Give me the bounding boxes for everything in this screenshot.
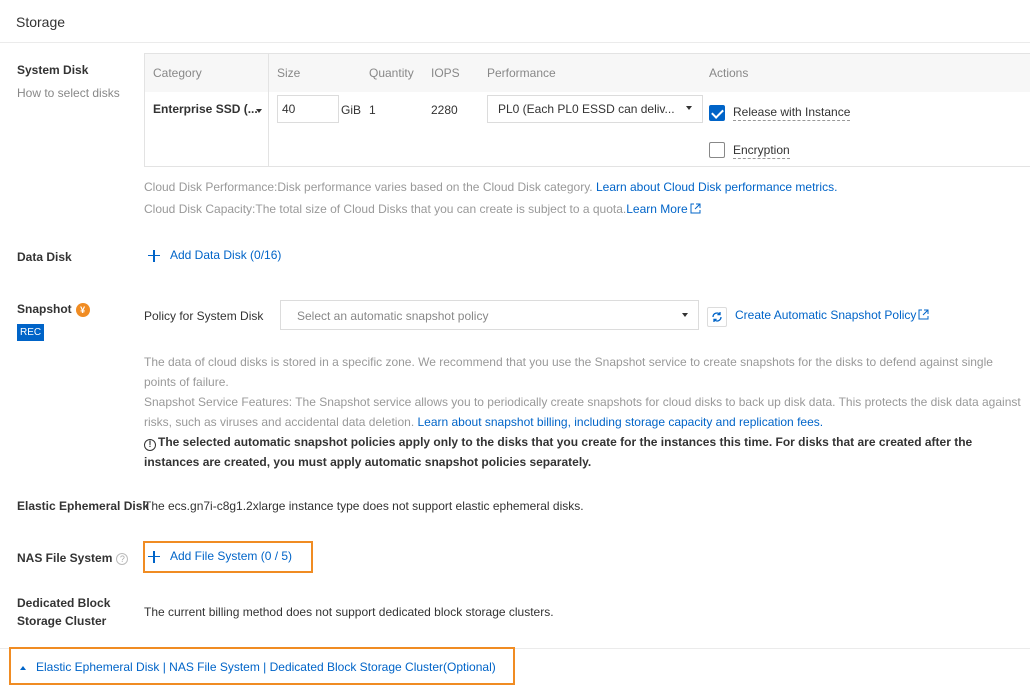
dedicated-label-line1: Dedicated Block — [17, 596, 111, 610]
encryption-label: Encryption — [733, 143, 790, 159]
help-icon[interactable]: ? — [116, 552, 129, 565]
table-header: Category Size Quantity IOPS Performance … — [145, 54, 1030, 92]
create-snapshot-policy-link[interactable]: Create Automatic Snapshot Policy — [735, 308, 929, 322]
add-data-disk-label: Add Data Disk (0/16) — [170, 248, 282, 262]
chevron-down-icon — [686, 106, 692, 110]
optional-storage-label: Elastic Ephemeral Disk | NAS File System… — [36, 660, 496, 674]
size-input[interactable]: 40 — [277, 95, 339, 123]
snapshot-warning-text: The selected automatic snapshot policies… — [144, 435, 973, 469]
snapshot-billing-link[interactable]: Learn about snapshot billing, including … — [417, 415, 823, 429]
release-with-instance-label: Release with Instance — [733, 105, 851, 121]
divider — [0, 42, 1030, 43]
nas-label: NAS File System — [17, 551, 113, 565]
how-to-select-disks-link[interactable]: How to select disks — [17, 86, 120, 100]
plus-icon — [148, 249, 160, 262]
refresh-button[interactable] — [707, 307, 727, 327]
col-iops: IOPS — [431, 66, 460, 80]
perf-hint-text: Cloud Disk Performance:Disk performance … — [144, 180, 596, 194]
dedicated-text: The current billing method does not supp… — [144, 605, 554, 619]
col-performance: Performance — [487, 66, 556, 80]
iops-value: 2280 — [431, 103, 458, 117]
snapshot-hint-2: Snapshot Service Features: The Snapshot … — [144, 392, 1024, 432]
col-category: Category — [153, 66, 202, 80]
category-select[interactable]: Enterprise SSD (... — [145, 96, 268, 124]
create-snapshot-policy-label: Create Automatic Snapshot Policy — [735, 308, 917, 322]
data-disk-label: Data Disk — [17, 250, 72, 264]
snapshot-policy-select[interactable]: Select an automatic snapshot policy — [280, 300, 699, 330]
quantity-value: 1 — [369, 103, 376, 117]
system-disk-label: System Disk — [17, 63, 89, 77]
elastic-ephemeral-label: Elastic Ephemeral Disk — [17, 499, 150, 513]
size-unit: GiB — [341, 103, 362, 117]
chevron-down-icon — [256, 109, 262, 113]
release-with-instance-checkbox[interactable] — [709, 105, 725, 121]
chevron-down-icon — [682, 313, 688, 317]
perf-hint: Cloud Disk Performance:Disk performance … — [144, 177, 1024, 197]
system-disk-table: Category Size Quantity IOPS Performance … — [144, 53, 1030, 167]
elastic-ephemeral-text: The ecs.gn7i-c8g1.2xlarge instance type … — [144, 499, 584, 513]
section-title: Storage — [16, 14, 66, 30]
policy-label: Policy for System Disk — [144, 309, 264, 323]
optional-storage-toggle[interactable]: Elastic Ephemeral Disk | NAS File System… — [20, 660, 496, 674]
col-actions: Actions — [709, 66, 749, 80]
coin-icon: ¥ — [75, 302, 90, 317]
external-link-icon — [690, 203, 701, 214]
dedicated-label-line2: Storage Cluster — [17, 614, 107, 628]
encryption-checkbox[interactable] — [709, 142, 725, 158]
plus-icon — [148, 550, 160, 563]
add-data-disk-button[interactable]: Add Data Disk (0/16) — [148, 248, 281, 262]
snapshot-label: Snapshot — [17, 302, 72, 316]
add-file-system-label: Add File System (0 / 5) — [170, 549, 293, 563]
refresh-icon — [712, 312, 722, 322]
add-file-system-button[interactable]: Add File System (0 / 5) — [148, 549, 292, 563]
perf-metrics-link[interactable]: Learn about Cloud Disk performance metri… — [596, 180, 837, 194]
snapshot-hint-1: The data of cloud disks is stored in a s… — [144, 355, 993, 389]
policy-placeholder: Select an automatic snapshot policy — [297, 309, 489, 323]
chevron-up-icon — [20, 665, 26, 670]
performance-value: PL0 (Each PL0 ESSD can deliv... — [498, 102, 675, 116]
col-size: Size — [277, 66, 301, 80]
snapshot-label-row: Snapshot ¥ — [17, 302, 90, 317]
info-icon: ! — [144, 439, 156, 451]
nas-label-row: NAS File System? — [17, 551, 129, 565]
capacity-hint-text: Cloud Disk Capacity:The total size of Cl… — [144, 202, 627, 216]
rec-badge: REC — [17, 324, 45, 341]
snapshot-warning: ! The selected automatic snapshot policie… — [144, 432, 1024, 472]
learn-more-label: Learn More — [626, 202, 688, 216]
external-link-icon — [918, 309, 929, 320]
capacity-hint: Cloud Disk Capacity:The total size of Cl… — [144, 199, 1024, 219]
column-divider — [268, 54, 269, 166]
category-value: Enterprise SSD (... — [153, 102, 258, 116]
col-quantity: Quantity — [369, 66, 414, 80]
performance-select[interactable]: PL0 (Each PL0 ESSD can deliv... — [487, 95, 703, 123]
learn-more-link[interactable]: Learn More — [626, 202, 701, 216]
